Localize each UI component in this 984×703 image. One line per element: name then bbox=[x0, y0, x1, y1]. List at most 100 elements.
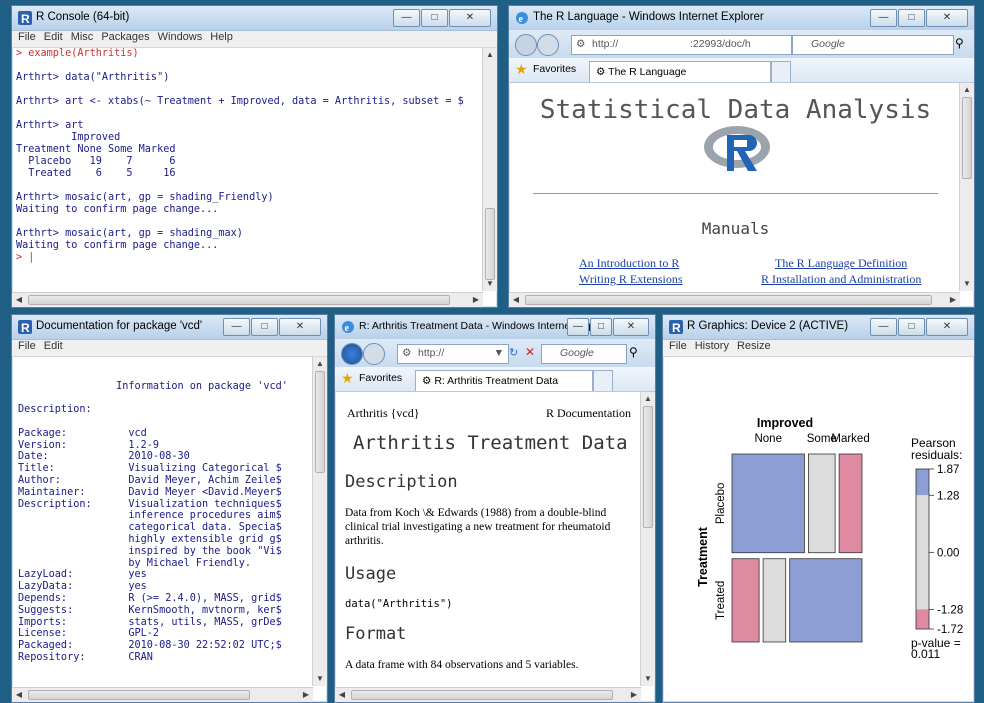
menu-file[interactable]: File bbox=[18, 31, 36, 43]
search-box[interactable]: Google bbox=[541, 344, 627, 364]
favorites-button[interactable]: Favorites bbox=[359, 372, 402, 384]
scroll-up-arrow-icon[interactable]: ▲ bbox=[641, 392, 655, 406]
menu-file[interactable]: File bbox=[669, 340, 687, 352]
vcd-vertical-scrollbar[interactable]: ▲ ▼ bbox=[312, 357, 327, 686]
address-text: http:// bbox=[592, 38, 619, 50]
window-title: R Console (64-bit) bbox=[36, 11, 130, 23]
link-r-installation-admin[interactable]: R Installation and Administration bbox=[761, 272, 921, 287]
maximize-button[interactable]: □ bbox=[251, 318, 278, 336]
maximize-button[interactable]: □ bbox=[898, 9, 925, 27]
link-writing-r-extensions[interactable]: Writing R Extensions bbox=[579, 272, 683, 287]
menu-history[interactable]: History bbox=[695, 340, 729, 352]
minimize-button[interactable]: — bbox=[870, 318, 897, 336]
ie2-titlebar[interactable]: e R: Arthritis Treatment Data - Windows … bbox=[335, 315, 655, 340]
scroll-right-arrow-icon[interactable]: ▶ bbox=[946, 293, 960, 307]
menu-edit[interactable]: Edit bbox=[44, 340, 63, 352]
address-bar[interactable]: ⚙ http:// ▼ bbox=[397, 344, 509, 364]
ie2-horizontal-scrollbar[interactable]: ◀ ▶ bbox=[335, 687, 641, 702]
menu-resize[interactable]: Resize bbox=[737, 340, 771, 352]
vcd-line: Date: 2010-08-30 bbox=[18, 451, 190, 463]
search-icon[interactable]: ⚲ bbox=[629, 345, 638, 359]
maximize-button[interactable]: □ bbox=[898, 318, 925, 336]
ie1-vertical-scrollbar[interactable]: ▲ ▼ bbox=[959, 83, 974, 291]
minimize-button[interactable]: — bbox=[393, 9, 420, 27]
scroll-down-arrow-icon[interactable]: ▼ bbox=[960, 277, 974, 291]
menu-file[interactable]: File bbox=[18, 340, 36, 352]
tab-r-language[interactable]: ⚙ The R Language bbox=[589, 61, 771, 82]
back-button[interactable] bbox=[341, 343, 363, 365]
ie-arthritis-window[interactable]: e R: Arthritis Treatment Data - Windows … bbox=[334, 314, 656, 703]
search-box[interactable]: Google bbox=[792, 35, 954, 55]
menu-packages[interactable]: Packages bbox=[101, 31, 149, 43]
scroll-right-arrow-icon[interactable]: ▶ bbox=[299, 688, 313, 702]
scroll-right-arrow-icon[interactable]: ▶ bbox=[469, 293, 483, 307]
mosaic-cell-placebo-none bbox=[731, 453, 805, 554]
scroll-left-arrow-icon[interactable]: ◀ bbox=[12, 293, 26, 307]
minimize-button[interactable]: — bbox=[223, 318, 250, 336]
maximize-button[interactable]: □ bbox=[421, 9, 448, 27]
scroll-down-arrow-icon[interactable]: ▼ bbox=[641, 672, 655, 686]
scroll-right-arrow-icon[interactable]: ▶ bbox=[627, 688, 641, 702]
scroll-thumb[interactable] bbox=[962, 97, 972, 179]
close-button[interactable]: ✕ bbox=[926, 9, 968, 27]
scroll-left-arrow-icon[interactable]: ◀ bbox=[12, 688, 26, 702]
link-r-language-definition[interactable]: The R Language Definition bbox=[775, 256, 907, 271]
address-bar[interactable]: ⚙ http:// :22993/doc/h bbox=[571, 35, 799, 55]
search-icon[interactable]: ⚲ bbox=[955, 36, 964, 50]
ie-r-language-window[interactable]: e The R Language - Windows Internet Expl… bbox=[508, 5, 975, 308]
vcd-horizontal-scrollbar[interactable]: ◀ ▶ bbox=[12, 687, 313, 702]
scroll-up-arrow-icon[interactable]: ▲ bbox=[483, 48, 497, 62]
menu-edit[interactable]: Edit bbox=[44, 31, 63, 43]
ie1-horizontal-scrollbar[interactable]: ◀ ▶ bbox=[509, 292, 960, 307]
graphics-titlebar[interactable]: R R Graphics: Device 2 (ACTIVE) — □ ✕ bbox=[663, 315, 974, 340]
tab-arthritis[interactable]: ⚙ R: Arthritis Treatment Data bbox=[415, 370, 593, 391]
ie2-vertical-scrollbar[interactable]: ▲ ▼ bbox=[640, 392, 655, 686]
minimize-button[interactable]: — bbox=[870, 9, 897, 27]
scroll-down-arrow-icon[interactable]: ▼ bbox=[313, 672, 327, 686]
dropdown-arrow-icon[interactable]: ▼ bbox=[494, 347, 504, 359]
ie1-titlebar[interactable]: e The R Language - Windows Internet Expl… bbox=[509, 6, 974, 31]
scroll-up-arrow-icon[interactable]: ▲ bbox=[960, 83, 974, 97]
scroll-up-arrow-icon[interactable]: ▲ bbox=[313, 357, 327, 371]
scroll-thumb[interactable] bbox=[28, 690, 250, 700]
close-button[interactable]: ✕ bbox=[449, 9, 491, 27]
r-console-titlebar[interactable]: R R Console (64-bit) — □ ✕ bbox=[12, 6, 497, 31]
close-button[interactable]: ✕ bbox=[613, 318, 649, 336]
scroll-thumb[interactable] bbox=[485, 208, 495, 280]
scroll-thumb[interactable] bbox=[28, 295, 450, 305]
console-vertical-scrollbar[interactable]: ▲ ▼ bbox=[482, 48, 497, 291]
scroll-down-arrow-icon[interactable]: ▼ bbox=[483, 277, 497, 291]
scroll-thumb[interactable] bbox=[525, 295, 932, 305]
forward-button[interactable] bbox=[363, 343, 385, 365]
scroll-left-arrow-icon[interactable]: ◀ bbox=[509, 293, 523, 307]
r-console-window[interactable]: R R Console (64-bit) — □ ✕ File Edit Misc P… bbox=[11, 5, 498, 308]
r-graphics-window[interactable]: R R Graphics: Device 2 (ACTIVE) — □ ✕ Fi… bbox=[662, 314, 975, 703]
scroll-left-arrow-icon[interactable]: ◀ bbox=[335, 688, 349, 702]
console-horizontal-scrollbar[interactable]: ◀ ▶ bbox=[12, 292, 483, 307]
vcd-documentation-window[interactable]: R Documentation for package 'vcd' — □ ✕ … bbox=[11, 314, 328, 703]
new-tab-button[interactable] bbox=[593, 370, 613, 391]
menu-help[interactable]: Help bbox=[210, 31, 233, 43]
close-button[interactable]: ✕ bbox=[926, 318, 968, 336]
forward-button[interactable] bbox=[537, 34, 559, 56]
back-button[interactable] bbox=[515, 34, 537, 56]
link-intro-to-r[interactable]: An Introduction to R bbox=[579, 256, 679, 271]
vcd-line: Imports: stats, utils, MASS, grDe$ bbox=[18, 616, 282, 628]
scroll-thumb[interactable] bbox=[351, 690, 613, 700]
console-output[interactable]: > example(Arthritis) Arthrt> data("Arthr… bbox=[16, 48, 481, 289]
legend-tick-label: 1.87 bbox=[937, 464, 959, 476]
menu-misc[interactable]: Misc bbox=[71, 31, 94, 43]
menu-windows[interactable]: Windows bbox=[158, 31, 203, 43]
stop-icon[interactable]: ✕ bbox=[525, 345, 535, 359]
scroll-thumb[interactable] bbox=[315, 371, 325, 473]
tab-label: R: Arthritis Treatment Data bbox=[434, 375, 559, 387]
vcd-titlebar[interactable]: R Documentation for package 'vcd' — □ ✕ bbox=[12, 315, 327, 340]
scroll-thumb[interactable] bbox=[643, 406, 653, 528]
close-button[interactable]: ✕ bbox=[279, 318, 321, 336]
console-line: > example(Arthritis) bbox=[16, 48, 139, 59]
minimize-button[interactable]: — bbox=[567, 318, 589, 336]
refresh-icon[interactable]: ↻ bbox=[509, 346, 518, 359]
maximize-button[interactable]: □ bbox=[590, 318, 612, 336]
new-tab-button[interactable] bbox=[771, 61, 791, 82]
favorites-button[interactable]: Favorites bbox=[533, 63, 576, 75]
